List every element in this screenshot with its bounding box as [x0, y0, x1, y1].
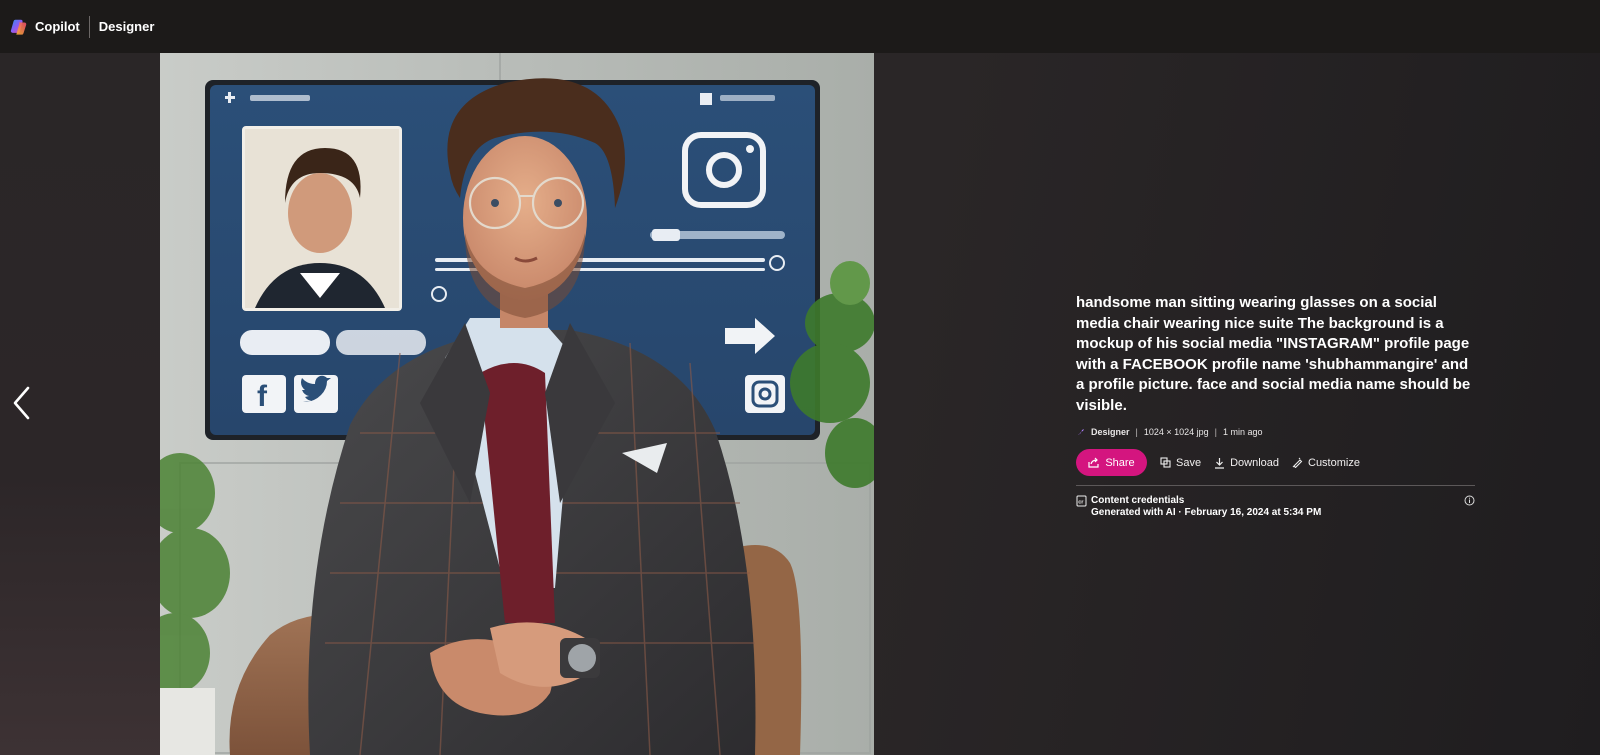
generated-image[interactable]: f — [160, 53, 874, 755]
chevron-left-icon[interactable] — [8, 383, 38, 423]
content-credentials-icon: cr — [1076, 495, 1087, 507]
info-icon[interactable] — [1464, 495, 1475, 506]
download-button[interactable]: Download — [1214, 457, 1279, 469]
meta-dimensions: 1024 × 1024 jpg — [1143, 427, 1209, 437]
meta-time: 1 min ago — [1223, 427, 1263, 437]
share-label: Share — [1105, 456, 1135, 469]
copilot-brand[interactable]: Copilot — [10, 18, 80, 36]
section-title[interactable]: Designer — [99, 19, 155, 34]
credentials-subtitle: Generated with AI · February 16, 2024 at… — [1091, 507, 1322, 518]
viewer-main: f handsome man sitting wearing glasses o… — [0, 53, 1600, 755]
meta-separator: | — [1214, 427, 1218, 437]
designer-icon — [1078, 429, 1084, 435]
svg-text:cr: cr — [1078, 500, 1084, 506]
action-bar: Share Save Download Customize — [1076, 449, 1478, 476]
save-icon — [1160, 457, 1171, 468]
brand-name: Copilot — [35, 19, 80, 34]
meta-source: Designer — [1091, 427, 1130, 437]
image-meta: Designer | 1024 × 1024 jpg | 1 min ago — [1076, 427, 1478, 437]
details-divider — [1076, 485, 1475, 486]
customize-button[interactable]: Customize — [1292, 457, 1360, 469]
svg-text:f: f — [257, 380, 268, 413]
prompt-text: handsome man sitting wearing glasses on … — [1076, 294, 1471, 414]
copilot-logo-icon — [10, 19, 27, 35]
download-label: Download — [1230, 456, 1279, 469]
meta-separator: | — [1135, 427, 1138, 437]
generated-image-illustration: f — [160, 53, 874, 755]
customize-icon — [1292, 457, 1303, 468]
share-icon — [1088, 457, 1099, 468]
customize-label: Customize — [1308, 456, 1360, 469]
details-panel: handsome man sitting wearing glasses on … — [1076, 293, 1478, 519]
save-label: Save — [1176, 456, 1202, 469]
top-bar: Copilot Designer — [0, 0, 1600, 53]
header-divider — [88, 15, 90, 38]
save-button[interactable]: Save — [1160, 457, 1201, 469]
share-button[interactable]: Share — [1076, 449, 1147, 476]
credentials-title: Content credentials — [1091, 495, 1185, 506]
content-credentials: cr Content credentials Generated with AI… — [1076, 495, 1478, 519]
download-icon — [1215, 457, 1225, 469]
